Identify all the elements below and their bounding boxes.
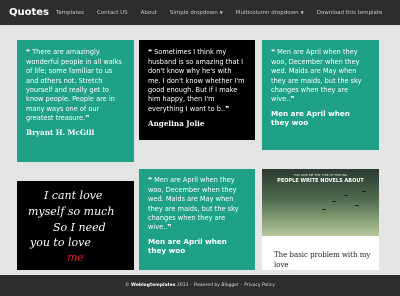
- footer-privacy-link[interactable]: Privacy Policy: [244, 283, 275, 288]
- quote-open-icon: ❝: [148, 176, 153, 184]
- post-thumbnail[interactable]: YOU GIVE ME THE TYPE OF FEELING PEOPLE W…: [262, 169, 379, 236]
- image-card-love[interactable]: I cant love myself so much So I need you…: [17, 181, 134, 270]
- post-title[interactable]: The basic problem with my love: [274, 251, 374, 270]
- caret-down-icon: ▼: [219, 9, 223, 15]
- bird-icon: [362, 191, 366, 193]
- nav-about[interactable]: About: [141, 10, 157, 16]
- quote-text: ❝ There are amazingly wonderful people in…: [26, 48, 125, 124]
- footer-year: 2013: [176, 283, 189, 288]
- footer-brand-link[interactable]: Weblogtemplates: [131, 283, 176, 288]
- quote-card-jolie[interactable]: ❝ Sometimes I think my husband is so amaz…: [139, 40, 255, 140]
- quote-close-icon: ❞: [85, 114, 90, 123]
- quote-title[interactable]: Men are April when they woo: [148, 237, 246, 255]
- nav-contact-us[interactable]: Contact US: [97, 10, 128, 16]
- quote-open-icon: ❝: [148, 48, 153, 56]
- quote-body: Men are April when they woo, December wh…: [271, 48, 362, 104]
- nav-templates[interactable]: Templates: [56, 10, 84, 16]
- nav-multicolumn-dropdown-label: Multicolumn dropdown: [235, 9, 299, 16]
- nav-multicolumn-dropdown[interactable]: Multicolumn dropdown ▼: [236, 10, 304, 16]
- top-navbar: Quotes Templates Contact US About Simple…: [0, 0, 400, 25]
- footer-separator: ·: [240, 283, 243, 288]
- nav-simple-dropdown[interactable]: Simple dropdown ▼: [170, 10, 223, 16]
- quote-close-icon: ❞: [225, 104, 230, 113]
- thumbnail-caption-small: YOU GIVE ME THE TYPE OF FEELING: [293, 173, 348, 177]
- love-line-3: So I need: [53, 221, 106, 234]
- quote-card-mcgill[interactable]: ❝ There are amazingly wonderful people in…: [17, 40, 134, 162]
- quote-close-icon: ❞: [167, 223, 172, 232]
- quote-body: There are amazingly wonderful people in …: [26, 48, 122, 123]
- quote-text: ❝ Men are April when they woo, December w…: [271, 48, 370, 105]
- quote-body: Sometimes I think my husband is so amazi…: [148, 48, 245, 113]
- love-line-4: you to love: [30, 236, 91, 249]
- caret-down-icon: ▼: [300, 9, 304, 15]
- quote-close-icon: ❞: [290, 95, 295, 104]
- quote-text: ❝ Sometimes I think my husband is so amaz…: [148, 48, 246, 115]
- thumbnail-caption-big: PEOPLE WRITE NOVELS ABOUT: [277, 178, 364, 184]
- quote-author[interactable]: Angelina Jolie: [148, 119, 246, 128]
- bird-icon: [355, 205, 359, 207]
- quote-author[interactable]: Bryant H. McGill: [26, 128, 125, 137]
- footer-separator: ·: [190, 283, 192, 288]
- quote-open-icon: ❝: [26, 48, 31, 56]
- quote-title[interactable]: Men are April when they woo: [271, 109, 370, 127]
- quote-card-april-2[interactable]: ❝ Men are April when they woo, December w…: [139, 169, 255, 270]
- bird-icon: [322, 209, 326, 211]
- site-footer: © Weblogtemplates 2013 · Powered by Blog…: [0, 275, 400, 296]
- footer-copyright: ©: [125, 283, 130, 288]
- quote-text: ❝ Men are April when they woo, December w…: [148, 176, 246, 233]
- love-line-2: myself so much: [28, 205, 115, 218]
- footer-powered-link[interactable]: Powered by Blogger: [194, 283, 239, 288]
- nav-download-template[interactable]: Download this template: [317, 10, 383, 16]
- bird-icon: [344, 195, 348, 197]
- bird-icon: [332, 201, 336, 203]
- quote-open-icon: ❝: [271, 48, 276, 56]
- nav-simple-dropdown-label: Simple dropdown: [169, 9, 218, 16]
- post-card-love-problem[interactable]: YOU GIVE ME THE TYPE OF FEELING PEOPLE W…: [262, 169, 379, 270]
- love-line-5: me: [67, 251, 84, 264]
- quote-card-april[interactable]: ❝ Men are April when they woo, December w…: [262, 40, 379, 150]
- love-line-1: I cant love: [44, 189, 103, 202]
- site-brand[interactable]: Quotes: [0, 7, 56, 18]
- quote-body: Men are April when they woo, December wh…: [148, 176, 239, 232]
